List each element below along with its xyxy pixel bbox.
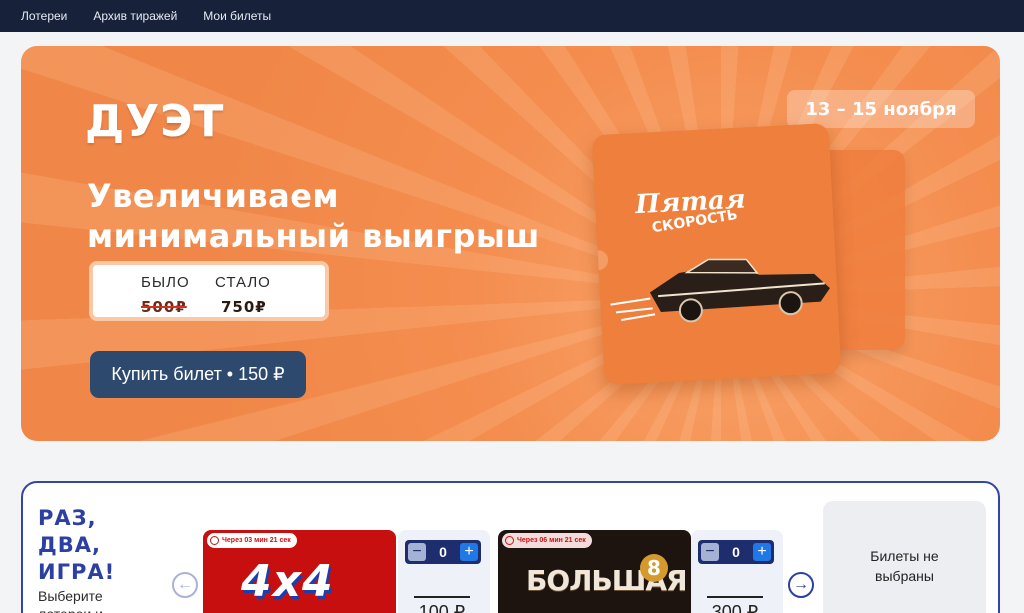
promo-banner[interactable]: ДУЭТ 13 – 15 ноября Увеличиваем минималь…	[21, 46, 1000, 441]
lottery-logo-ball-8: 8	[640, 554, 668, 582]
carousel-next-button[interactable]: →	[788, 572, 814, 598]
arrow-right-icon: →	[793, 576, 809, 593]
increase-button[interactable]: +	[459, 543, 478, 561]
nav-lotteries-link[interactable]: Лотереи	[21, 9, 67, 23]
quantity-stepper: − 0 +	[698, 540, 774, 564]
prize-comparison-box: БЫЛО СТАЛО 500₽ 750₽	[89, 261, 329, 321]
decrease-button[interactable]: −	[701, 543, 719, 561]
summary-text: Билеты не выбраны	[870, 548, 939, 584]
panel-title-line2: ДВА,	[38, 533, 101, 557]
draw-timer-text: Через 06 мин 21 сек	[517, 537, 586, 544]
panel-subtitle: Выберите лотереи и	[38, 588, 103, 613]
now-value: 750₽	[221, 298, 267, 316]
ticket-price: 300 ₽	[707, 596, 763, 613]
lottery-logo-4x4: 4x4	[241, 556, 334, 607]
ticket-illustration: Пятая СКОРОСТЬ	[591, 122, 842, 386]
lottery-selection-panel: РАЗ, ДВА, ИГРА! Выберите лотереи и ← Чер…	[21, 481, 1000, 613]
clock-icon	[210, 536, 219, 545]
panel-title-line1: РАЗ,	[38, 506, 97, 530]
buy-ticket-button[interactable]: Купить билет • 150 ₽	[90, 351, 306, 398]
ticket-quantity-box: − 0 + 300 ₽	[691, 530, 783, 613]
clock-icon	[505, 536, 514, 545]
decrease-button[interactable]: −	[408, 543, 426, 561]
quantity-stepper: − 0 +	[405, 540, 481, 564]
car-illustration: Пятая СКОРОСТЬ	[591, 184, 830, 323]
draw-timer-badge: Через 06 мин 21 сек	[502, 533, 592, 548]
increase-button[interactable]: +	[752, 543, 771, 561]
arrow-left-icon: ←	[177, 576, 193, 593]
nav-draw-archive-link[interactable]: Архив тиражей	[93, 9, 177, 23]
draw-timer-text: Через 03 мин 21 сек	[222, 537, 291, 544]
was-value: 500₽	[141, 298, 187, 316]
banner-headline-line1: Увеличиваем	[87, 177, 340, 215]
banner-date-badge: 13 – 15 ноября	[787, 90, 975, 128]
was-label: БЫЛО	[141, 274, 190, 291]
panel-title: РАЗ, ДВА, ИГРА!	[38, 505, 115, 586]
lottery-card-4x4[interactable]: Через 03 мин 21 сек 4x4	[203, 530, 396, 613]
carousel-prev-button[interactable]: ←	[172, 572, 198, 598]
ticket-quantity-box: − 0 + 100 ₽	[398, 530, 490, 613]
now-label: СТАЛО	[215, 274, 271, 291]
banner-headline: Увеличиваем минимальный выигрыш	[87, 176, 540, 256]
ticket-price: 100 ₽	[414, 596, 470, 613]
banner-brand-title: ДУЭТ	[85, 96, 225, 147]
top-navigation: Лотереи Архив тиражей Мои билеты	[0, 0, 1024, 32]
nav-my-tickets-link[interactable]: Мои билеты	[203, 9, 271, 23]
draw-timer-badge: Через 03 мин 21 сек	[207, 533, 297, 548]
banner-headline-line2: минимальный выигрыш	[87, 217, 540, 255]
lottery-card-bolshaya-8[interactable]: Через 06 мин 21 сек БОЛЬШАЯ 8	[498, 530, 691, 613]
selected-tickets-summary: Билеты не выбраны	[823, 501, 986, 613]
quantity-value: 0	[439, 544, 447, 560]
panel-title-line3: ИГРА!	[38, 560, 116, 584]
quantity-value: 0	[732, 544, 740, 560]
